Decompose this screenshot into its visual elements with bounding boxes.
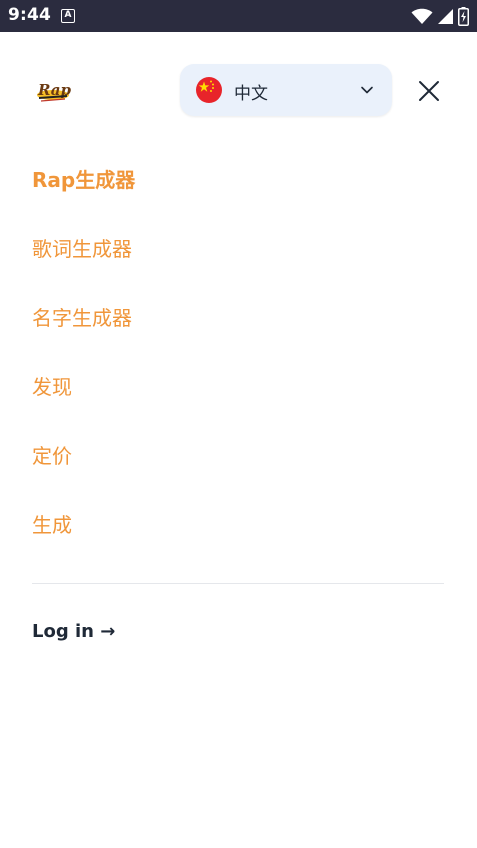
signal-icon — [438, 8, 453, 24]
china-flag-icon — [196, 77, 222, 103]
nav-item-generate[interactable]: 生成 — [32, 509, 72, 538]
battery-charging-icon — [458, 6, 469, 26]
language-label: 中文 — [234, 84, 268, 104]
wifi-icon — [411, 8, 433, 24]
nav-item-pricing[interactable]: 定价 — [32, 440, 72, 469]
language-selector[interactable]: 中文 — [180, 64, 392, 116]
nav-item-lyrics-generator[interactable]: 歌词生成器 — [32, 233, 132, 262]
nav-item-discover[interactable]: 发现 — [32, 371, 72, 400]
close-icon[interactable] — [416, 78, 442, 104]
login-link[interactable]: Log in → — [32, 621, 115, 642]
nav-item-name-generator[interactable]: 名字生成器 — [32, 302, 132, 331]
chevron-down-icon — [361, 86, 373, 94]
status-time: 9:44 — [8, 5, 52, 25]
notification-icon: A — [61, 9, 75, 23]
status-bar: 9:44 A — [0, 0, 477, 32]
nav-item-rap-generator[interactable]: Rap生成器 — [32, 164, 135, 193]
rap-logo-icon[interactable]: Rap — [35, 76, 72, 104]
status-icons — [411, 6, 469, 26]
divider — [32, 583, 444, 584]
